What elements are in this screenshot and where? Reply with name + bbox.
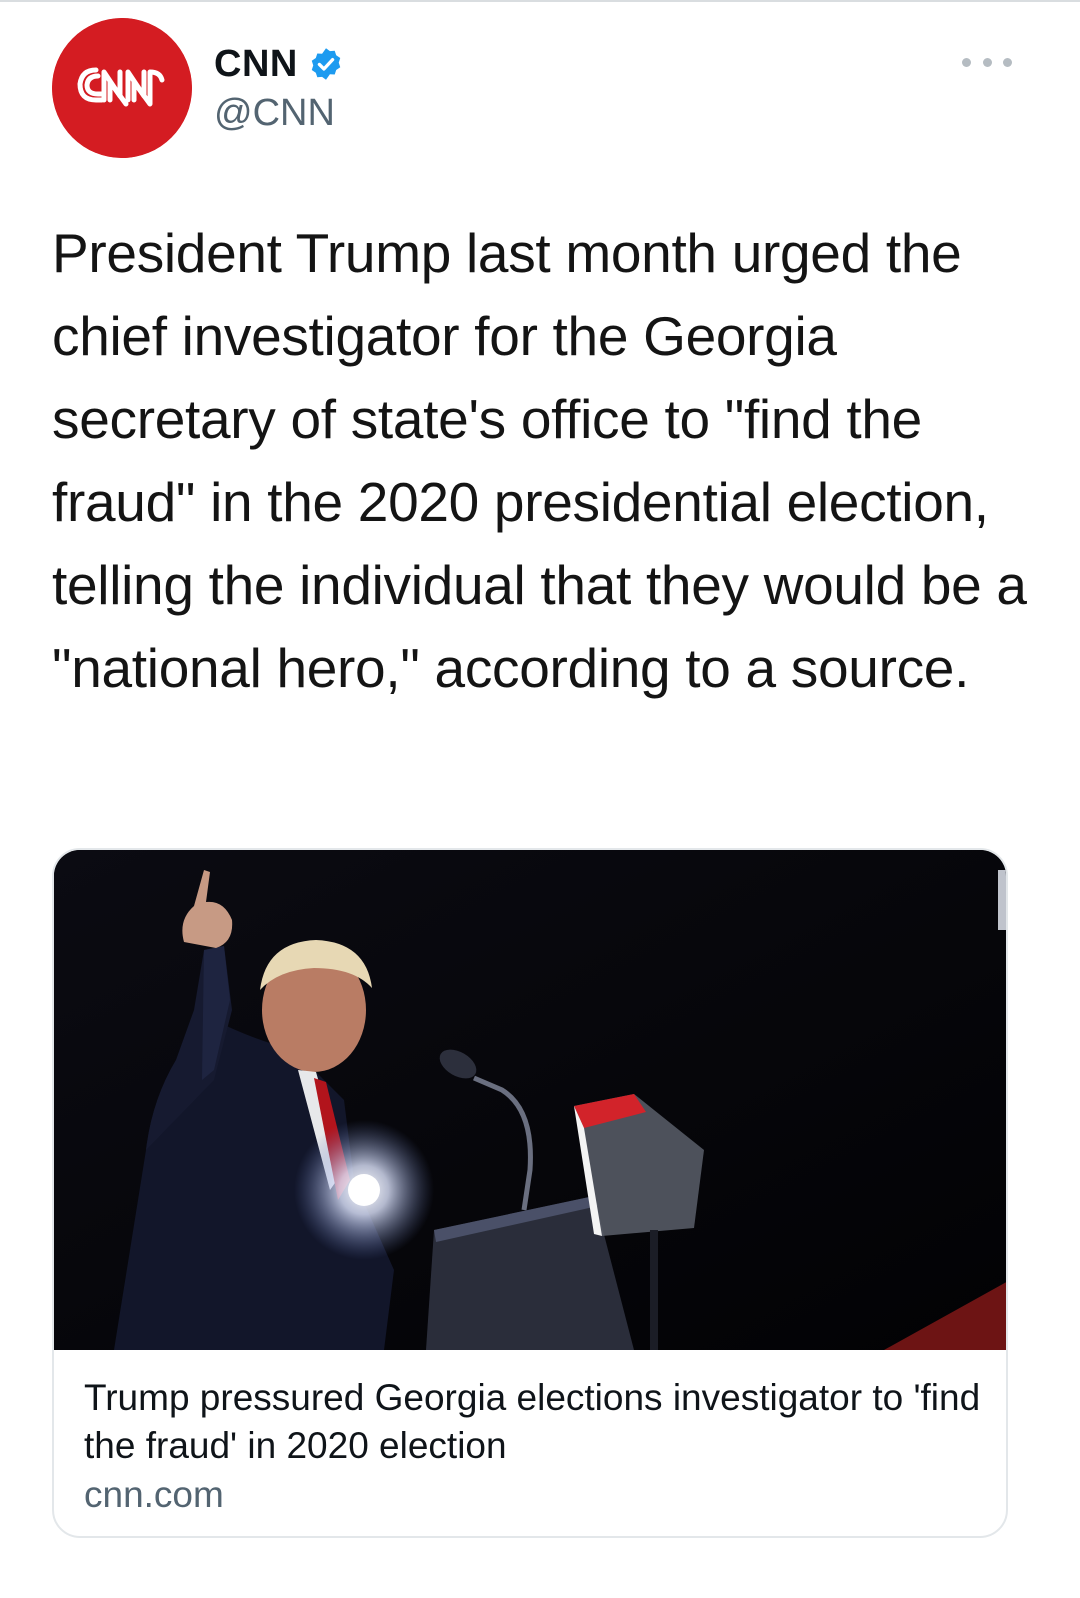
link-preview-card[interactable]: Trump pressured Georgia elections invest… bbox=[52, 848, 1008, 1538]
speaker-at-podium-photo-icon bbox=[54, 850, 1006, 1350]
display-name[interactable]: CNN bbox=[214, 43, 298, 86]
account-name-row[interactable]: CNN bbox=[214, 40, 344, 88]
top-divider bbox=[0, 0, 1080, 2]
cnn-logo-icon bbox=[52, 18, 192, 158]
verified-badge-icon bbox=[311, 48, 341, 80]
card-title[interactable]: Trump pressured Georgia elections invest… bbox=[84, 1374, 984, 1470]
more-options-icon[interactable] bbox=[962, 52, 1012, 72]
card-domain[interactable]: cnn.com bbox=[84, 1474, 224, 1516]
card-image[interactable] bbox=[54, 850, 1006, 1350]
cnn-avatar[interactable] bbox=[52, 18, 192, 158]
tweet-text: President Trump last month urged the chi… bbox=[52, 222, 1027, 699]
account-handle[interactable]: @CNN bbox=[214, 92, 335, 135]
